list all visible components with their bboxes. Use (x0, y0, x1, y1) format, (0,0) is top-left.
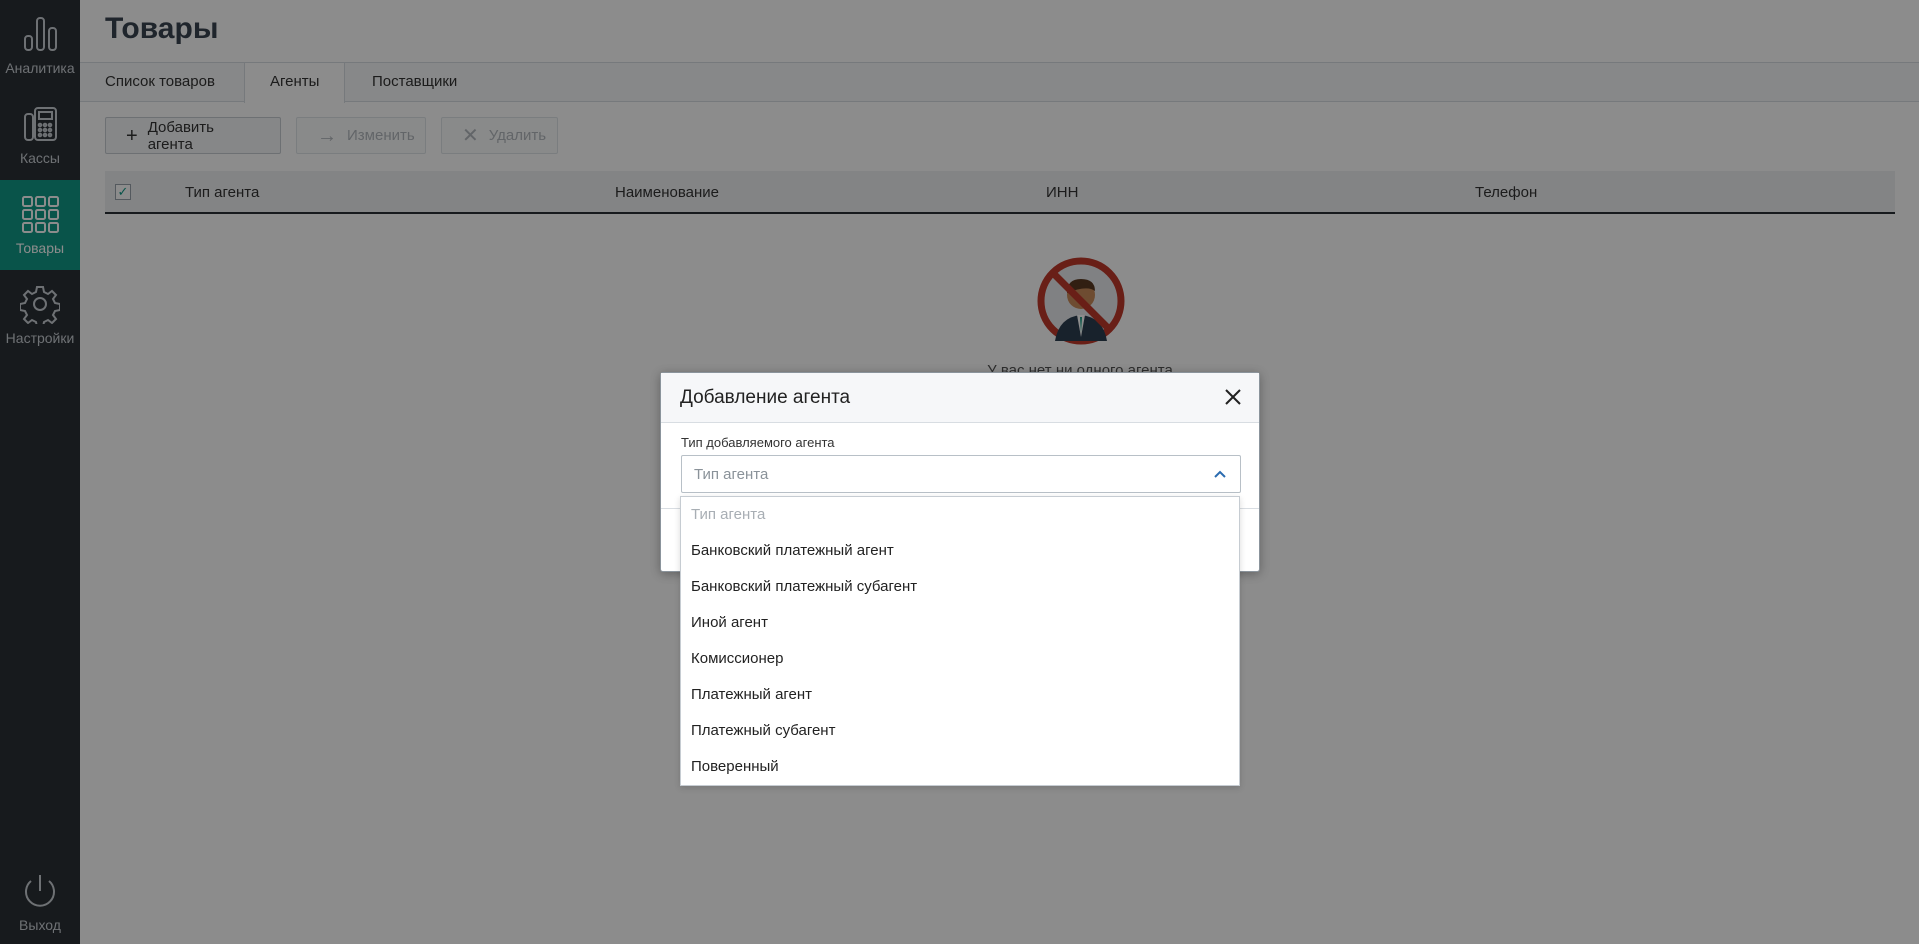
dialog-title: Добавление агента (680, 387, 851, 408)
chevron-up-icon (1214, 470, 1226, 478)
select-placeholder: Тип агента (694, 466, 769, 483)
agent-type-dropdown: Тип агента Банковский платежный агент Ба… (680, 496, 1240, 786)
dropdown-option[interactable]: Банковский платежный агент (681, 533, 1239, 569)
close-icon[interactable] (1221, 385, 1245, 409)
dialog-header: Добавление агента (661, 373, 1259, 423)
dropdown-option[interactable]: Иной агент (681, 605, 1239, 641)
dropdown-option[interactable]: Поверенный (681, 749, 1239, 785)
agent-type-select[interactable]: Тип агента (681, 455, 1241, 493)
dropdown-option-placeholder[interactable]: Тип агента (681, 497, 1239, 533)
dropdown-option[interactable]: Платежный субагент (681, 713, 1239, 749)
dropdown-option[interactable]: Платежный агент (681, 677, 1239, 713)
dropdown-option[interactable]: Банковский платежный субагент (681, 569, 1239, 605)
dropdown-option[interactable]: Комиссионер (681, 641, 1239, 677)
agent-type-label: Тип добавляемого агента (681, 435, 835, 450)
